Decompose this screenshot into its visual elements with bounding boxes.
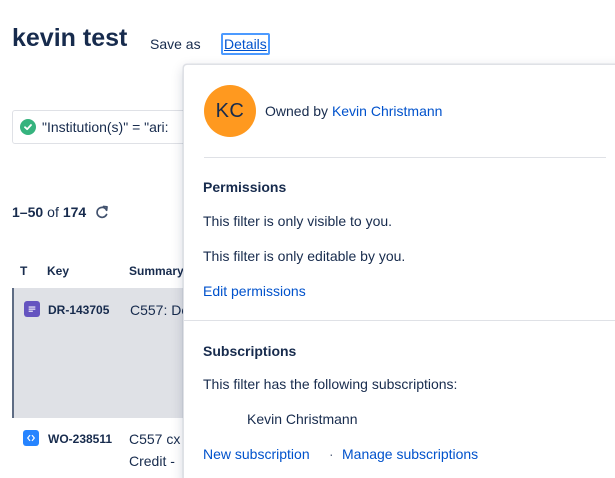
jql-query-bar[interactable]: "Institution(s)" = "ari: xyxy=(12,110,202,144)
issue-key[interactable]: WO-238511 xyxy=(48,432,112,446)
avatar: KC xyxy=(204,85,256,137)
column-header-key[interactable]: Key xyxy=(47,264,69,278)
manage-subscriptions-link[interactable]: Manage subscriptions xyxy=(342,446,478,462)
permissions-title: Permissions xyxy=(203,179,287,195)
code-icon xyxy=(23,430,39,446)
results-of: of xyxy=(47,204,59,220)
results-count: 1–50 of 174 xyxy=(12,204,110,220)
details-popup: KC Owned by Kevin Christmann Permissions… xyxy=(183,64,615,478)
table-row[interactable]: WO-238511 C557 cx Credit - xyxy=(12,420,192,478)
divider xyxy=(184,320,615,321)
owned-by-row: Owned by Kevin Christmann xyxy=(265,103,442,119)
subscriptions-title: Subscriptions xyxy=(203,343,297,359)
edit-permissions-link[interactable]: Edit permissions xyxy=(203,283,306,299)
divider xyxy=(204,157,606,158)
owned-by-label: Owned by xyxy=(265,103,329,119)
permissions-editable-text: This filter is only editable by you. xyxy=(203,248,406,264)
column-header-summary[interactable]: Summary xyxy=(129,264,184,278)
table-row[interactable]: DR-143705 C557: De xyxy=(12,288,192,418)
details-link[interactable]: Details xyxy=(221,33,270,55)
new-subscription-link[interactable]: New subscription xyxy=(203,446,310,462)
jql-query-text: "Institution(s)" = "ari: xyxy=(42,119,169,135)
link-separator: · xyxy=(329,446,334,462)
results-range: 1–50 xyxy=(12,204,44,220)
issue-summary[interactable]: C557: De xyxy=(130,300,189,320)
save-as-button[interactable]: Save as xyxy=(150,36,201,52)
page-title: kevin test xyxy=(12,24,128,52)
check-circle-icon xyxy=(20,119,36,135)
issue-summary-line-2[interactable]: Credit - xyxy=(129,451,175,471)
subscriber-name: Kevin Christmann xyxy=(247,411,358,427)
results-total: 174 xyxy=(62,204,87,220)
issue-summary-line-1[interactable]: C557 cx xyxy=(129,429,180,449)
issue-key[interactable]: DR-143705 xyxy=(48,303,109,317)
refresh-icon[interactable] xyxy=(94,204,110,220)
table-header: T Key Summary xyxy=(0,264,190,282)
document-icon xyxy=(24,301,40,317)
subscriptions-intro-text: This filter has the following subscripti… xyxy=(203,376,458,392)
column-header-type[interactable]: T xyxy=(20,264,27,278)
owner-link[interactable]: Kevin Christmann xyxy=(332,103,443,119)
permissions-visible-text: This filter is only visible to you. xyxy=(203,213,393,229)
